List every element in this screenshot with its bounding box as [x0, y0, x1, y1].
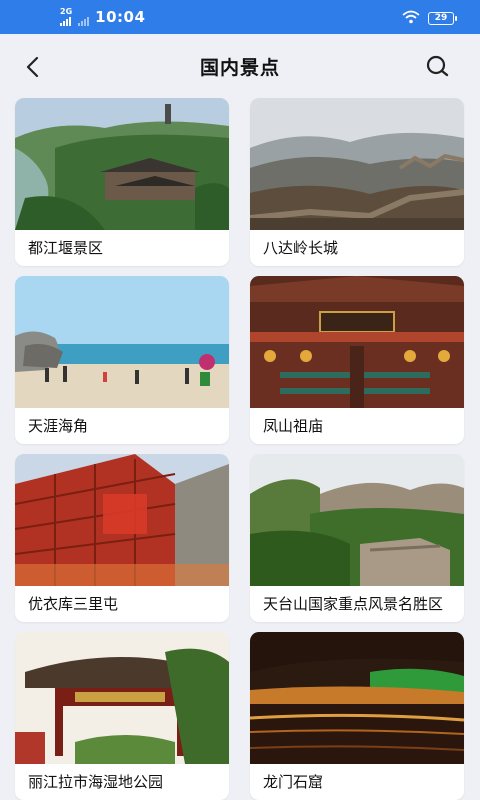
attraction-card[interactable]: 龙门石窟: [250, 632, 464, 800]
attraction-name: 八达岭长城: [263, 239, 339, 257]
signal-group: 2G: [60, 8, 72, 26]
attraction-card[interactable]: 丽江拉市海湿地公园: [15, 632, 229, 800]
search-icon: [426, 55, 449, 77]
attraction-name: 天涯海角: [28, 417, 89, 435]
search-button[interactable]: [424, 53, 452, 81]
page-title: 国内景点: [199, 57, 280, 79]
attraction-image: [15, 454, 229, 586]
header: 国内景点: [0, 34, 480, 100]
attraction-card[interactable]: 天涯海角: [15, 276, 229, 444]
status-left: 2G 10:04: [60, 8, 145, 26]
network-type: 2G: [60, 7, 73, 16]
signal-secondary-icon: [78, 16, 90, 26]
attraction-card[interactable]: 凤山祖庙: [250, 276, 464, 444]
attraction-name: 优衣库三里屯: [28, 595, 119, 613]
attraction-card[interactable]: 八达岭长城: [250, 98, 464, 266]
battery-icon: 29: [428, 12, 457, 25]
attraction-card[interactable]: 都江堰景区: [15, 98, 229, 266]
status-right: 29: [402, 9, 457, 28]
attraction-image: [15, 632, 229, 764]
attraction-image: [250, 632, 464, 764]
attraction-image: [250, 276, 464, 408]
attraction-name: 凤山祖庙: [263, 417, 324, 435]
status-time: 10:04: [95, 8, 146, 26]
attraction-image: [250, 454, 464, 586]
attraction-image: [15, 276, 229, 408]
attraction-name: 丽江拉市海湿地公园: [28, 773, 164, 791]
attraction-image: [250, 98, 464, 230]
wifi-icon: [402, 9, 420, 28]
attraction-card[interactable]: 天台山国家重点风景名胜区: [250, 454, 464, 622]
attraction-image: [15, 98, 229, 230]
attraction-name: 天台山国家重点风景名胜区: [263, 595, 444, 613]
signal-icon: [60, 16, 71, 26]
attraction-name: 都江堰景区: [28, 239, 104, 257]
attraction-card[interactable]: 优衣库三里屯: [15, 454, 229, 622]
attraction-name: 龙门石窟: [263, 773, 324, 791]
status-bar: 2G 10:04 29: [0, 0, 480, 34]
attractions-grid: 都江堰景区 八达岭长城 天涯海角 凤山祖庙 优衣库三里屯 天台山国家重点风景名胜…: [15, 98, 465, 800]
